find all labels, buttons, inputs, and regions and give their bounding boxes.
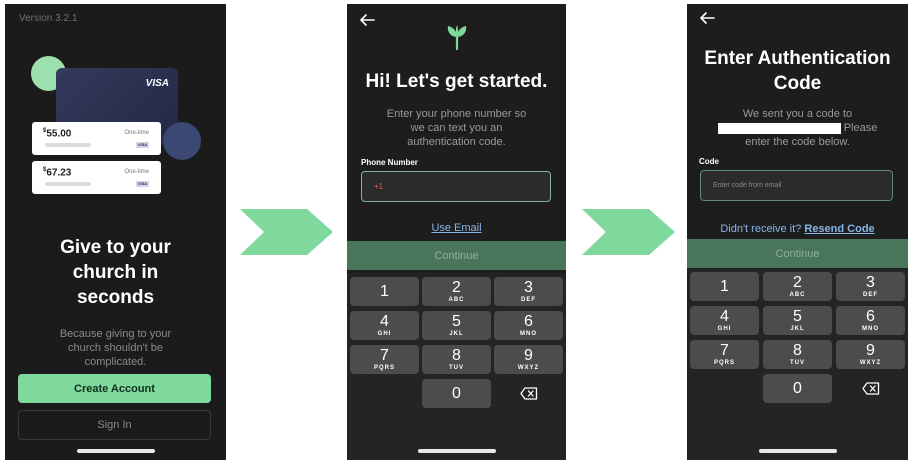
keypad-key-8[interactable]: 8 TUV xyxy=(422,345,491,374)
redacted-contact xyxy=(717,122,841,134)
resend-code-link[interactable]: Resend Code xyxy=(804,223,874,235)
version-label: Version 3.2.1 xyxy=(19,13,78,24)
home-indicator xyxy=(758,449,837,453)
continue-button[interactable]: Continue xyxy=(347,241,566,270)
auth-code-screen: Enter Authentication Code We sent you a … xyxy=(687,4,908,460)
keypad-key-4[interactable]: 4 GHI xyxy=(690,306,759,335)
create-account-button[interactable]: Create Account xyxy=(18,374,211,403)
placeholder-bar xyxy=(45,143,91,147)
page-title: Enter Authentication Code xyxy=(704,48,891,94)
keypad-key-4[interactable]: 4 GHI xyxy=(350,311,419,340)
payment-card: $55.00 One-time VISA xyxy=(32,122,161,155)
numeric-keypad: 1 2 ABC 3 DEF 4 GHI 5 JKL 6 MNO 7 PQRS 8 TUV 9W… xyxy=(687,269,908,460)
keypad-key-0[interactable]: 0 xyxy=(763,374,832,403)
keypad-key-9[interactable]: 9 WXYZ xyxy=(494,345,563,374)
page-title: Hi! Let's get started. xyxy=(365,71,548,92)
sign-in-button[interactable]: Sign In xyxy=(18,410,211,440)
subtitle-line: Please xyxy=(687,121,908,135)
page-subtitle: We sent you a code to Please enter the c… xyxy=(687,107,908,149)
numeric-keypad: 1 2 ABC 3 DEF 4 GHI 5 JKL 6 MNO 7 PQRS 8 TUV 9W… xyxy=(347,273,566,460)
keypad-key-8[interactable]: 8 TUV xyxy=(763,340,832,369)
welcome-subtitle: Because giving to your church shouldn't … xyxy=(59,328,172,368)
delete-key[interactable] xyxy=(494,379,563,408)
keypad-key-5[interactable]: 5 JKL xyxy=(422,311,491,340)
payment-type: One-time xyxy=(124,130,149,136)
phone-number-input[interactable]: +1 xyxy=(361,171,551,202)
visa-badge: VISA xyxy=(136,181,149,187)
payment-amount: $67.23 xyxy=(43,167,72,179)
decorative-blue-circle xyxy=(163,122,201,160)
keypad-key-6[interactable]: 6 MNO xyxy=(836,306,905,335)
subtitle-line: We sent you a code to xyxy=(742,108,853,120)
keypad-key-1[interactable]: 1 xyxy=(350,277,419,306)
keypad-key-5[interactable]: 5 JKL xyxy=(763,306,832,335)
keypad-key-7[interactable]: 7 PQRS xyxy=(350,345,419,374)
delete-key[interactable] xyxy=(836,374,905,403)
keypad-key-7[interactable]: 7 PQRS xyxy=(690,340,759,369)
back-arrow-icon[interactable] xyxy=(699,11,715,25)
delete-backspace-icon xyxy=(861,382,879,395)
continue-button[interactable]: Continue xyxy=(687,239,908,268)
visa-badge: VISA xyxy=(136,142,149,148)
keypad-key-6[interactable]: 6 MNO xyxy=(494,311,563,340)
code-label: Code xyxy=(699,157,719,166)
use-email-link[interactable]: Use Email xyxy=(347,222,566,234)
page-subtitle: Enter your phone number so we can text y… xyxy=(386,108,527,148)
flow-arrow-icon xyxy=(582,209,675,255)
welcome-title: Give to your church in seconds xyxy=(60,237,171,308)
phone-entry-screen: Hi! Let's get started. Enter your phone … xyxy=(347,4,566,460)
keypad-key-1[interactable]: 1 xyxy=(690,272,759,301)
keypad-key-3[interactable]: 3 DEF xyxy=(494,277,563,306)
phone-number-label: Phone Number xyxy=(361,158,418,167)
subtitle-line: enter the code below. xyxy=(745,136,850,148)
phone-value: +1 xyxy=(374,182,384,191)
keypad-key-2[interactable]: 2 ABC xyxy=(422,277,491,306)
placeholder-bar xyxy=(45,182,91,186)
payment-amount: $55.00 xyxy=(43,128,72,140)
delete-backspace-icon xyxy=(519,387,537,400)
code-input[interactable]: Enter code from email xyxy=(700,170,893,201)
code-placeholder: Enter code from email xyxy=(713,182,782,189)
welcome-screen: Version 3.2.1 VISA $55.00 One-time VISA … xyxy=(5,4,226,460)
leaf-logo-icon xyxy=(447,25,467,50)
keypad-key-3[interactable]: 3 DEF xyxy=(836,272,905,301)
card-brand-label: VISA xyxy=(145,78,169,89)
didnt-receive-text: Didn't receive it? xyxy=(720,223,802,235)
resend-row: Didn't receive it? Resend Code xyxy=(687,223,908,235)
keypad-key-0[interactable]: 0 xyxy=(422,379,491,408)
keypad-key-9[interactable]: 9 WXYZ xyxy=(836,340,905,369)
payment-card: $67.23 One-time VISA xyxy=(32,161,161,194)
payment-type: One-time xyxy=(124,169,149,175)
keypad-key-2[interactable]: 2 ABC xyxy=(763,272,832,301)
flow-arrow-icon xyxy=(240,209,333,255)
home-indicator xyxy=(417,449,496,453)
home-indicator xyxy=(76,449,155,453)
back-arrow-icon[interactable] xyxy=(359,13,375,27)
